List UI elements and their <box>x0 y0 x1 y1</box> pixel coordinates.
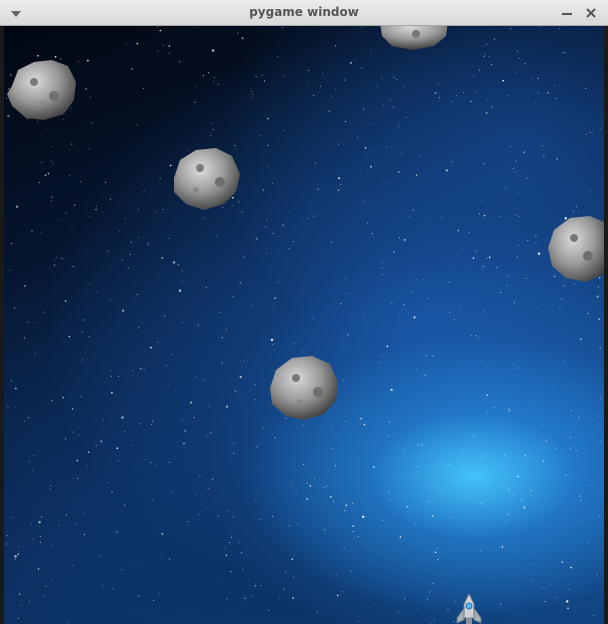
pygame-window: pygame window <box>0 0 608 624</box>
asteroid <box>548 216 604 282</box>
minimize-icon <box>562 13 572 15</box>
asteroid <box>7 60 76 120</box>
asteroid <box>380 26 448 50</box>
minimize-button[interactable] <box>559 5 575 21</box>
window-title: pygame window <box>249 5 359 19</box>
asteroid <box>270 356 338 420</box>
close-button[interactable] <box>583 5 599 21</box>
game-canvas[interactable] <box>4 26 604 624</box>
titlebar[interactable]: pygame window <box>0 0 608 26</box>
asteroid <box>174 148 240 210</box>
player-spaceship <box>456 592 482 624</box>
starfield <box>6 26 604 624</box>
close-icon <box>586 8 596 18</box>
